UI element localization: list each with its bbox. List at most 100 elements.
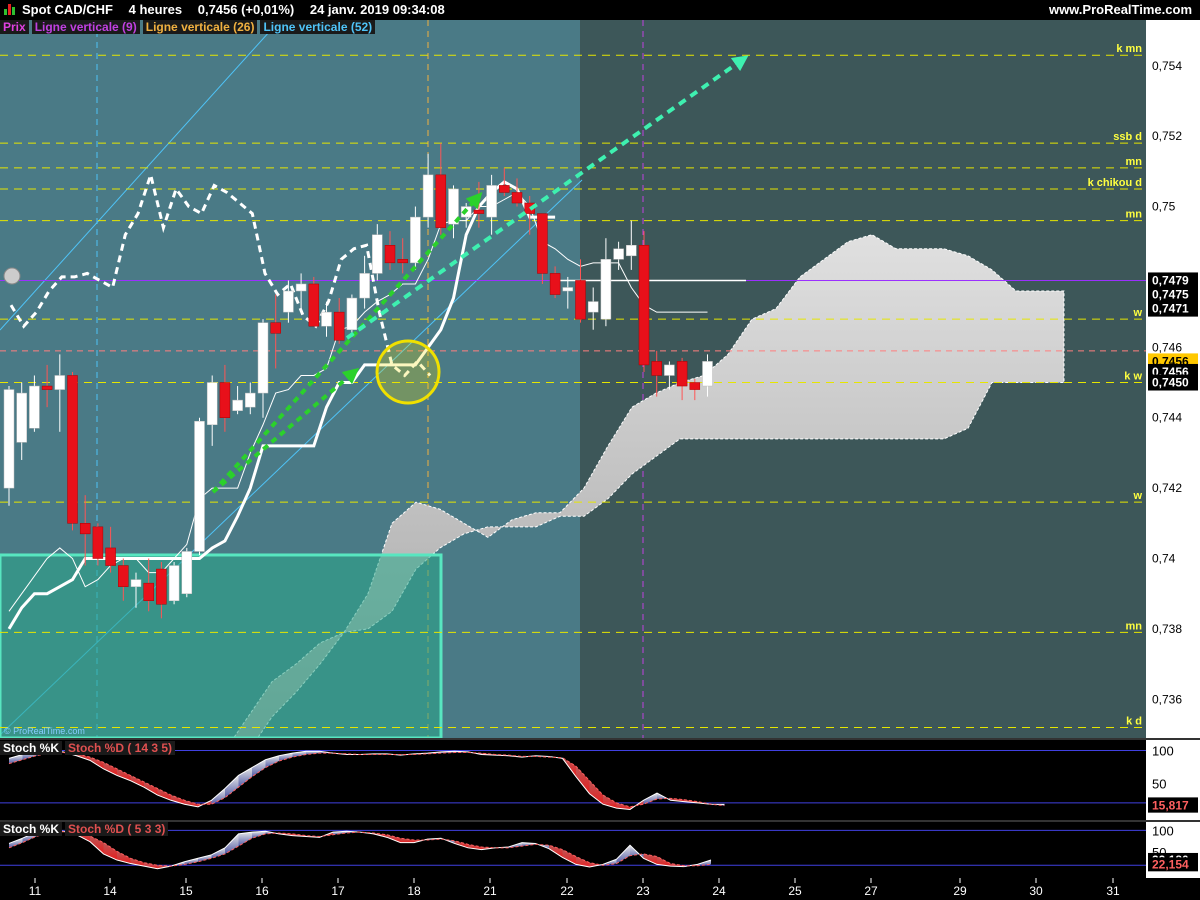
stoch2-k-legend[interactable]: Stoch %K (0, 822, 63, 836)
indicator-legend: Prix Ligne verticale (9) Ligne verticale (… (0, 20, 378, 36)
candle-body (194, 420, 205, 552)
candle-body (168, 565, 180, 601)
y-tick-label: 0,752 (1152, 129, 1182, 143)
y-tick-label: 0,74 (1152, 552, 1176, 566)
watermark: © ProRealTime.com (4, 726, 85, 736)
candle-body (105, 547, 116, 566)
level-label-5: mn (1126, 209, 1143, 221)
stoch-y-tick: 100 (1152, 823, 1174, 838)
stoch1-d-legend[interactable]: Stoch %D ( 14 3 5) (65, 741, 176, 755)
candle-body (295, 283, 307, 292)
price-label: 0,7450 (1152, 376, 1189, 390)
x-tick-label: 21 (483, 884, 497, 898)
candle-body (3, 389, 15, 489)
price-label: 0,7475 (1152, 288, 1189, 302)
x-tick-label: 11 (29, 884, 42, 898)
candle-body (575, 280, 586, 320)
candle-body (346, 297, 358, 330)
candle-body (676, 361, 688, 387)
y-tick-label: 0,75 (1152, 200, 1176, 214)
stoch-y-tick: 50 (1152, 776, 1166, 791)
candle-body (511, 192, 523, 204)
stoch1-legend: Stoch %K Stoch %D ( 14 3 5) (0, 741, 178, 755)
vline-26-legend[interactable]: Ligne verticale (26) (142, 20, 258, 34)
x-tick-label: 30 (1029, 884, 1043, 898)
level-label-1: k mn (1116, 43, 1142, 55)
candle-body (689, 382, 701, 390)
candle-body (118, 565, 129, 587)
candle-body (29, 385, 40, 429)
candle-body (664, 364, 675, 376)
price-chart[interactable]: k mn ssb d mn k chikou d mn w k w w mn k d 0,736 0… (0, 0, 1200, 900)
candle-body (181, 551, 193, 594)
stoch-value-label: 22,154 (1152, 857, 1189, 871)
candle-body (600, 259, 612, 320)
candle-body (79, 523, 91, 535)
candle-body (308, 283, 320, 327)
candle-body (130, 579, 142, 587)
candle-body (257, 322, 269, 394)
candle-body (143, 582, 154, 601)
x-tick-label: 17 (331, 884, 345, 898)
highlight-circle (375, 339, 441, 405)
candle-body (499, 185, 510, 193)
candle-body (270, 322, 281, 334)
x-tick-label: 18 (407, 884, 421, 898)
candle-body (41, 385, 53, 390)
level-label-3: mn (1126, 156, 1143, 168)
candle-body (333, 311, 345, 341)
candle-body (321, 311, 332, 327)
candle-body (16, 392, 27, 443)
x-tick-label: 25 (788, 884, 802, 898)
candle-body (283, 290, 294, 313)
stoch2-legend: Stoch %K Stoch %D ( 5 3 3) (0, 822, 171, 836)
candle-body (410, 216, 421, 264)
candle-body (397, 259, 408, 264)
stoch-y-tick: 100 (1152, 744, 1174, 759)
candle-body (384, 245, 396, 264)
alert-icon (3, 267, 21, 285)
price-label: 0,7471 (1152, 302, 1189, 316)
stoch2-d-legend[interactable]: Stoch %D ( 5 3 3) (65, 822, 169, 836)
level-label-10: k d (1126, 715, 1142, 727)
candle-body (702, 361, 713, 387)
x-tick-label: 27 (864, 884, 878, 898)
candle-body (435, 174, 447, 228)
level-label-7: k w (1124, 371, 1142, 383)
stoch-value-label: 15,817 (1152, 799, 1189, 813)
candle-body (67, 375, 78, 524)
x-tick-label: 24 (712, 884, 726, 898)
candle-body (156, 568, 167, 605)
level-label-9: mn (1126, 620, 1143, 632)
y-tick-label: 0,738 (1152, 622, 1182, 636)
y-tick-label: 0,746 (1152, 340, 1182, 354)
candle-body (372, 234, 383, 274)
candle-body (626, 245, 637, 257)
level-label-6: w (1132, 307, 1142, 319)
x-tick-label: 16 (255, 884, 269, 898)
x-tick-label: 31 (1106, 884, 1120, 898)
y-tick-label: 0,744 (1152, 411, 1182, 425)
candle-body (651, 361, 662, 376)
stoch1-k-legend[interactable]: Stoch %K (0, 741, 63, 755)
candle-body (562, 287, 574, 292)
price-label: 0,7479 (1152, 273, 1189, 287)
candle-body (549, 273, 561, 295)
x-tick-label: 22 (560, 884, 574, 898)
candle-body (54, 375, 66, 390)
x-tick-label: 29 (953, 884, 967, 898)
candle-body (206, 382, 218, 426)
y-tick-label: 0,742 (1152, 481, 1182, 495)
x-tick-label: 14 (103, 884, 117, 898)
vline-52-legend[interactable]: Ligne verticale (52) (260, 20, 376, 34)
level-label-2: ssb d (1113, 131, 1142, 143)
x-tick-label: 23 (636, 884, 650, 898)
candle-body (219, 382, 231, 418)
candle-body (359, 273, 370, 299)
x-tick-label: 15 (179, 884, 193, 898)
price-legend[interactable]: Prix (0, 20, 29, 34)
level-label-8: w (1132, 490, 1142, 502)
candle-body (473, 209, 485, 214)
vline-9-legend[interactable]: Ligne verticale (9) (31, 20, 140, 34)
candle-body (587, 301, 599, 313)
